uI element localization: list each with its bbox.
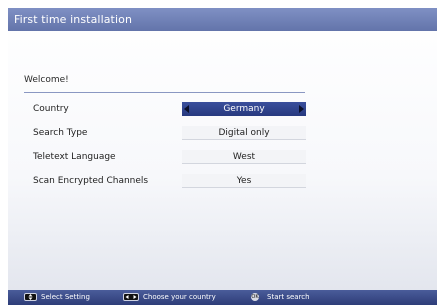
- welcome-heading: Welcome!: [24, 75, 69, 85]
- up-down-key-icon: [24, 293, 37, 301]
- window-title: First time installation: [8, 8, 437, 31]
- hint-select-setting-label: Select Setting: [41, 293, 90, 301]
- scan-encrypted-label: Scan Encrypted Channels: [33, 176, 149, 186]
- teletext-language-selector[interactable]: West: [182, 150, 306, 164]
- teletext-language-value: West: [232, 152, 256, 162]
- hint-start-search: OK Start search: [251, 293, 310, 302]
- screen: First time installation Welcome! Country…: [0, 0, 445, 307]
- arrow-right-icon[interactable]: [299, 105, 304, 113]
- country-label: Country: [33, 104, 69, 114]
- hint-choose-country: Choose your country: [123, 293, 216, 302]
- left-right-key-icon: [123, 293, 139, 301]
- hint-select-setting: Select Setting: [24, 293, 90, 302]
- arrow-left-icon[interactable]: [184, 105, 189, 113]
- hint-choose-country-label: Choose your country: [143, 293, 216, 301]
- welcome-divider: [24, 92, 305, 93]
- country-selector[interactable]: Germany: [182, 102, 306, 116]
- footer-hint-bar: Select Setting Choose your country OK Sta…: [8, 290, 437, 305]
- scan-encrypted-value: Yes: [236, 176, 252, 186]
- installation-dialog: First time installation Welcome! Country…: [8, 8, 437, 290]
- search-type-selector[interactable]: Digital only: [182, 126, 306, 140]
- ok-key-icon: OK: [251, 293, 259, 301]
- country-value: Germany: [223, 104, 265, 114]
- teletext-language-label: Teletext Language: [33, 152, 116, 162]
- scan-encrypted-selector[interactable]: Yes: [182, 174, 306, 188]
- search-type-label: Search Type: [33, 128, 88, 138]
- hint-start-search-label: Start search: [267, 293, 310, 301]
- search-type-value: Digital only: [218, 128, 270, 138]
